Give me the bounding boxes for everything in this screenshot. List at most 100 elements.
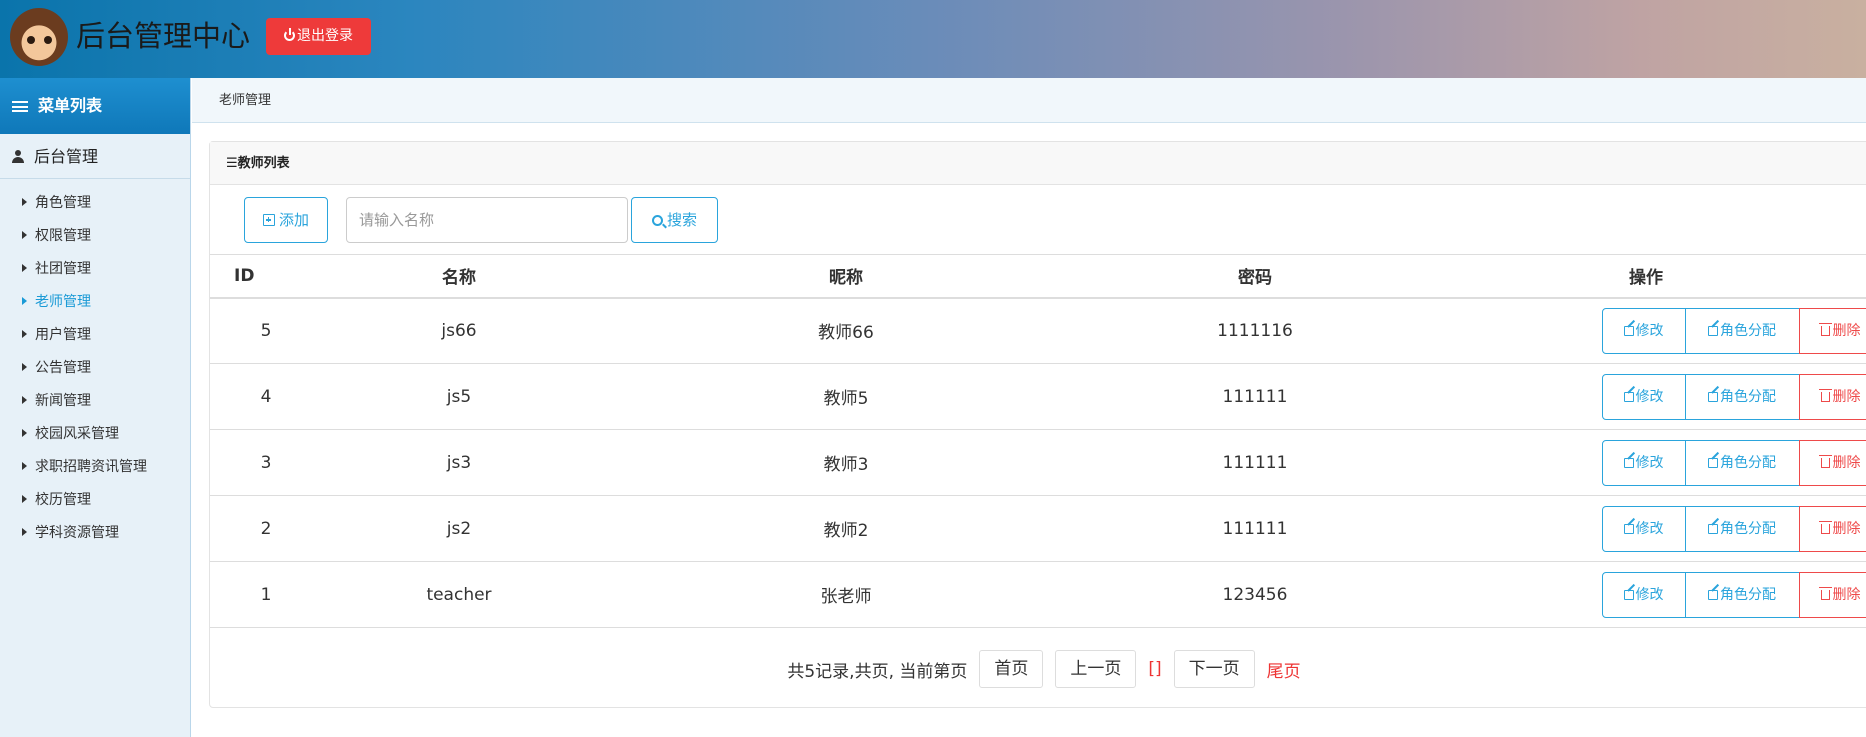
delete-button[interactable]: 删除: [1798, 373, 1866, 420]
assign-role-label: 角色分配: [1720, 520, 1776, 537]
sidebar-menu: 角色管理 权限管理 社团管理 老师管理 用户管理 公告管理 新闻管理 校园风采管…: [0, 179, 190, 550]
assign-role-label: 角色分配: [1720, 322, 1776, 339]
menu-header: 菜单列表: [0, 78, 190, 134]
sidebar-item-notices[interactable]: 公告管理: [0, 352, 190, 385]
edit-button[interactable]: 修改: [1601, 505, 1686, 552]
last-page-link[interactable]: 尾页: [1267, 657, 1301, 682]
assign-role-button[interactable]: 角色分配: [1685, 505, 1800, 552]
first-page-button[interactable]: 首页: [979, 650, 1044, 688]
trash-icon: [1818, 586, 1832, 600]
cell-name: js2: [322, 495, 596, 562]
sidebar-item-label: 公告管理: [35, 360, 91, 376]
delete-label: 删除: [1832, 322, 1861, 339]
sidebar-item-permissions[interactable]: 权限管理: [0, 220, 190, 253]
table-row: 5 js66 教师66 1111116 修改 角色分配 删除: [210, 297, 1866, 364]
col-password: 密码: [1096, 254, 1414, 299]
delete-button[interactable]: 删除: [1798, 439, 1866, 486]
cell-nickname: 教师5: [596, 363, 1096, 430]
sidebar-item-label: 求职招聘资讯管理: [35, 459, 147, 475]
table-row: 3 js3 教师3 111111 修改 角色分配 删除: [210, 429, 1866, 496]
assign-role-label: 角色分配: [1720, 586, 1776, 603]
delete-button[interactable]: 删除: [1798, 571, 1866, 618]
caret-right-icon: [22, 363, 27, 371]
search-icon: [651, 215, 663, 226]
edit-label: 修改: [1635, 322, 1664, 339]
cell-password: 111111: [1096, 495, 1414, 562]
add-button[interactable]: 添加: [244, 197, 328, 243]
caret-right-icon: [22, 297, 27, 305]
edit-button[interactable]: 修改: [1601, 307, 1686, 354]
cell-nickname: 教师66: [596, 297, 1096, 364]
edit-icon: [1708, 325, 1718, 336]
caret-right-icon: [22, 495, 27, 503]
edit-button[interactable]: 修改: [1601, 571, 1686, 618]
search-button[interactable]: 搜索: [631, 197, 718, 243]
next-page-button[interactable]: 下一页: [1173, 650, 1255, 688]
delete-button[interactable]: 删除: [1798, 307, 1866, 354]
hamburger-icon: [12, 101, 28, 112]
sidebar-item-news[interactable]: 新闻管理: [0, 385, 190, 418]
cell-name: js3: [322, 429, 596, 496]
current-page-indicator: []: [1148, 659, 1162, 679]
caret-right-icon: [22, 264, 27, 272]
assign-role-label: 角色分配: [1720, 388, 1776, 405]
edit-label: 修改: [1635, 388, 1664, 405]
delete-label: 删除: [1832, 388, 1861, 405]
logout-button[interactable]: 退出登录: [266, 18, 371, 55]
caret-right-icon: [22, 462, 27, 470]
cell-password: 123456: [1096, 561, 1414, 628]
user-icon: [12, 150, 24, 163]
group-title: 后台管理: [34, 147, 99, 166]
search-input[interactable]: [346, 197, 628, 243]
cell-id: 3: [210, 429, 322, 496]
row-actions: 修改 角色分配 删除: [1601, 307, 1866, 354]
menu-title: 菜单列表: [38, 96, 103, 115]
sidebar-item-resources[interactable]: 学科资源管理: [0, 517, 190, 550]
caret-right-icon: [22, 429, 27, 437]
edit-button[interactable]: 修改: [1601, 439, 1686, 486]
sidebar-item-users[interactable]: 用户管理: [0, 319, 190, 352]
sidebar-item-teachers[interactable]: 老师管理: [0, 286, 190, 319]
caret-right-icon: [22, 330, 27, 338]
prev-page-button[interactable]: 上一页: [1055, 650, 1137, 688]
trash-icon: [1818, 322, 1832, 336]
delete-button[interactable]: 删除: [1798, 505, 1866, 552]
assign-role-button[interactable]: 角色分配: [1685, 439, 1800, 486]
sidebar-item-clubs[interactable]: 社团管理: [0, 253, 190, 286]
avatar-eye: [44, 36, 52, 44]
sidebar-item-roles[interactable]: 角色管理: [0, 187, 190, 220]
sidebar-item-label: 新闻管理: [35, 393, 91, 409]
teacher-table: ID 名称 昵称 密码 操作 5 js66 教师66 1111116 修改 角色分配 删除 4…: [210, 254, 1866, 628]
avatar: [10, 8, 68, 66]
sidebar-item-label: 学科资源管理: [35, 525, 119, 541]
col-name: 名称: [322, 254, 596, 299]
assign-role-button[interactable]: 角色分配: [1685, 307, 1800, 354]
edit-button[interactable]: 修改: [1601, 373, 1686, 420]
sidebar-item-label: 角色管理: [35, 195, 91, 211]
cell-actions: 修改 角色分配 删除: [1414, 297, 1866, 364]
table-header-row: ID 名称 昵称 密码 操作: [210, 254, 1866, 299]
edit-icon: [1708, 457, 1718, 468]
teacher-list-panel: ☰教师列表 添加 搜索 ID 名称 昵称 密码 操作 5js66教师661111…: [209, 141, 1866, 708]
cell-nickname: 教师3: [596, 429, 1096, 496]
edit-icon: [1623, 325, 1634, 336]
edit-icon: [1708, 391, 1718, 402]
power-icon: [284, 28, 295, 41]
sidebar-item-jobs[interactable]: 求职招聘资讯管理: [0, 451, 190, 484]
edit-icon: [1708, 523, 1718, 534]
avatar-eye: [27, 36, 35, 44]
cell-actions: 修改 角色分配 删除: [1414, 363, 1866, 430]
add-label: 添加: [278, 211, 309, 229]
assign-role-button[interactable]: 角色分配: [1685, 571, 1800, 618]
sidebar-group-admin[interactable]: 后台管理: [0, 135, 190, 179]
sidebar-item-campus-style[interactable]: 校园风采管理: [0, 418, 190, 451]
pagination: 共5记录,共页, 当前第页 首页 上一页 [] 下一页 尾页: [210, 650, 1866, 688]
table-row: 1 teacher 张老师 123456 修改 角色分配 删除: [210, 561, 1866, 628]
cell-nickname: 教师2: [596, 495, 1096, 562]
assign-role-button[interactable]: 角色分配: [1685, 373, 1800, 420]
sidebar-item-calendar[interactable]: 校历管理: [0, 484, 190, 517]
edit-icon: [1623, 523, 1634, 534]
row-actions: 修改 角色分配 删除: [1601, 373, 1866, 420]
caret-right-icon: [22, 231, 27, 239]
pager-summary: 共5记录,共页, 当前第页: [787, 661, 968, 682]
